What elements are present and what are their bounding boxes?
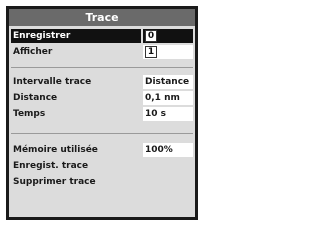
divider-1 — [11, 67, 193, 68]
distance-value[interactable]: 0,1 nm — [145, 91, 180, 105]
save-trace-label: Enregist. trace — [13, 161, 89, 171]
time-label: Temps — [13, 109, 46, 119]
time-value[interactable]: 10 s — [145, 107, 166, 121]
delete-trace-label: Supprimer trace — [13, 177, 96, 187]
display-label: Afficher — [13, 47, 53, 57]
distance-row[interactable]: Distance 0,1 nm — [11, 91, 193, 105]
memory-row: Mémoire utilisée 100% — [11, 143, 193, 157]
divider-2 — [11, 133, 193, 134]
delete-trace-row[interactable]: Supprimer trace — [11, 175, 193, 189]
display-checkbox[interactable]: 1 — [145, 46, 157, 58]
interval-value[interactable]: Distance — [145, 75, 189, 89]
interval-row[interactable]: Intervalle trace Distance — [11, 75, 193, 89]
memory-value: 100% — [145, 145, 173, 155]
device-frame: Trace Enregistrer 0 Afficher 1 Intervall… — [0, 0, 204, 226]
interval-label: Intervalle trace — [13, 77, 92, 87]
record-label: Enregistrer — [11, 29, 141, 43]
menu-title: Trace — [9, 9, 195, 26]
display-row[interactable]: Afficher 1 — [11, 45, 193, 59]
record-checkbox[interactable]: 0 — [145, 30, 157, 42]
distance-label: Distance — [13, 93, 58, 103]
record-row[interactable]: Enregistrer 0 — [11, 29, 193, 43]
time-row[interactable]: Temps 10 s — [11, 107, 193, 121]
memory-label: Mémoire utilisée — [13, 145, 98, 155]
menu-screen: Trace Enregistrer 0 Afficher 1 Intervall… — [6, 6, 198, 220]
save-trace-row[interactable]: Enregist. trace — [11, 159, 193, 173]
